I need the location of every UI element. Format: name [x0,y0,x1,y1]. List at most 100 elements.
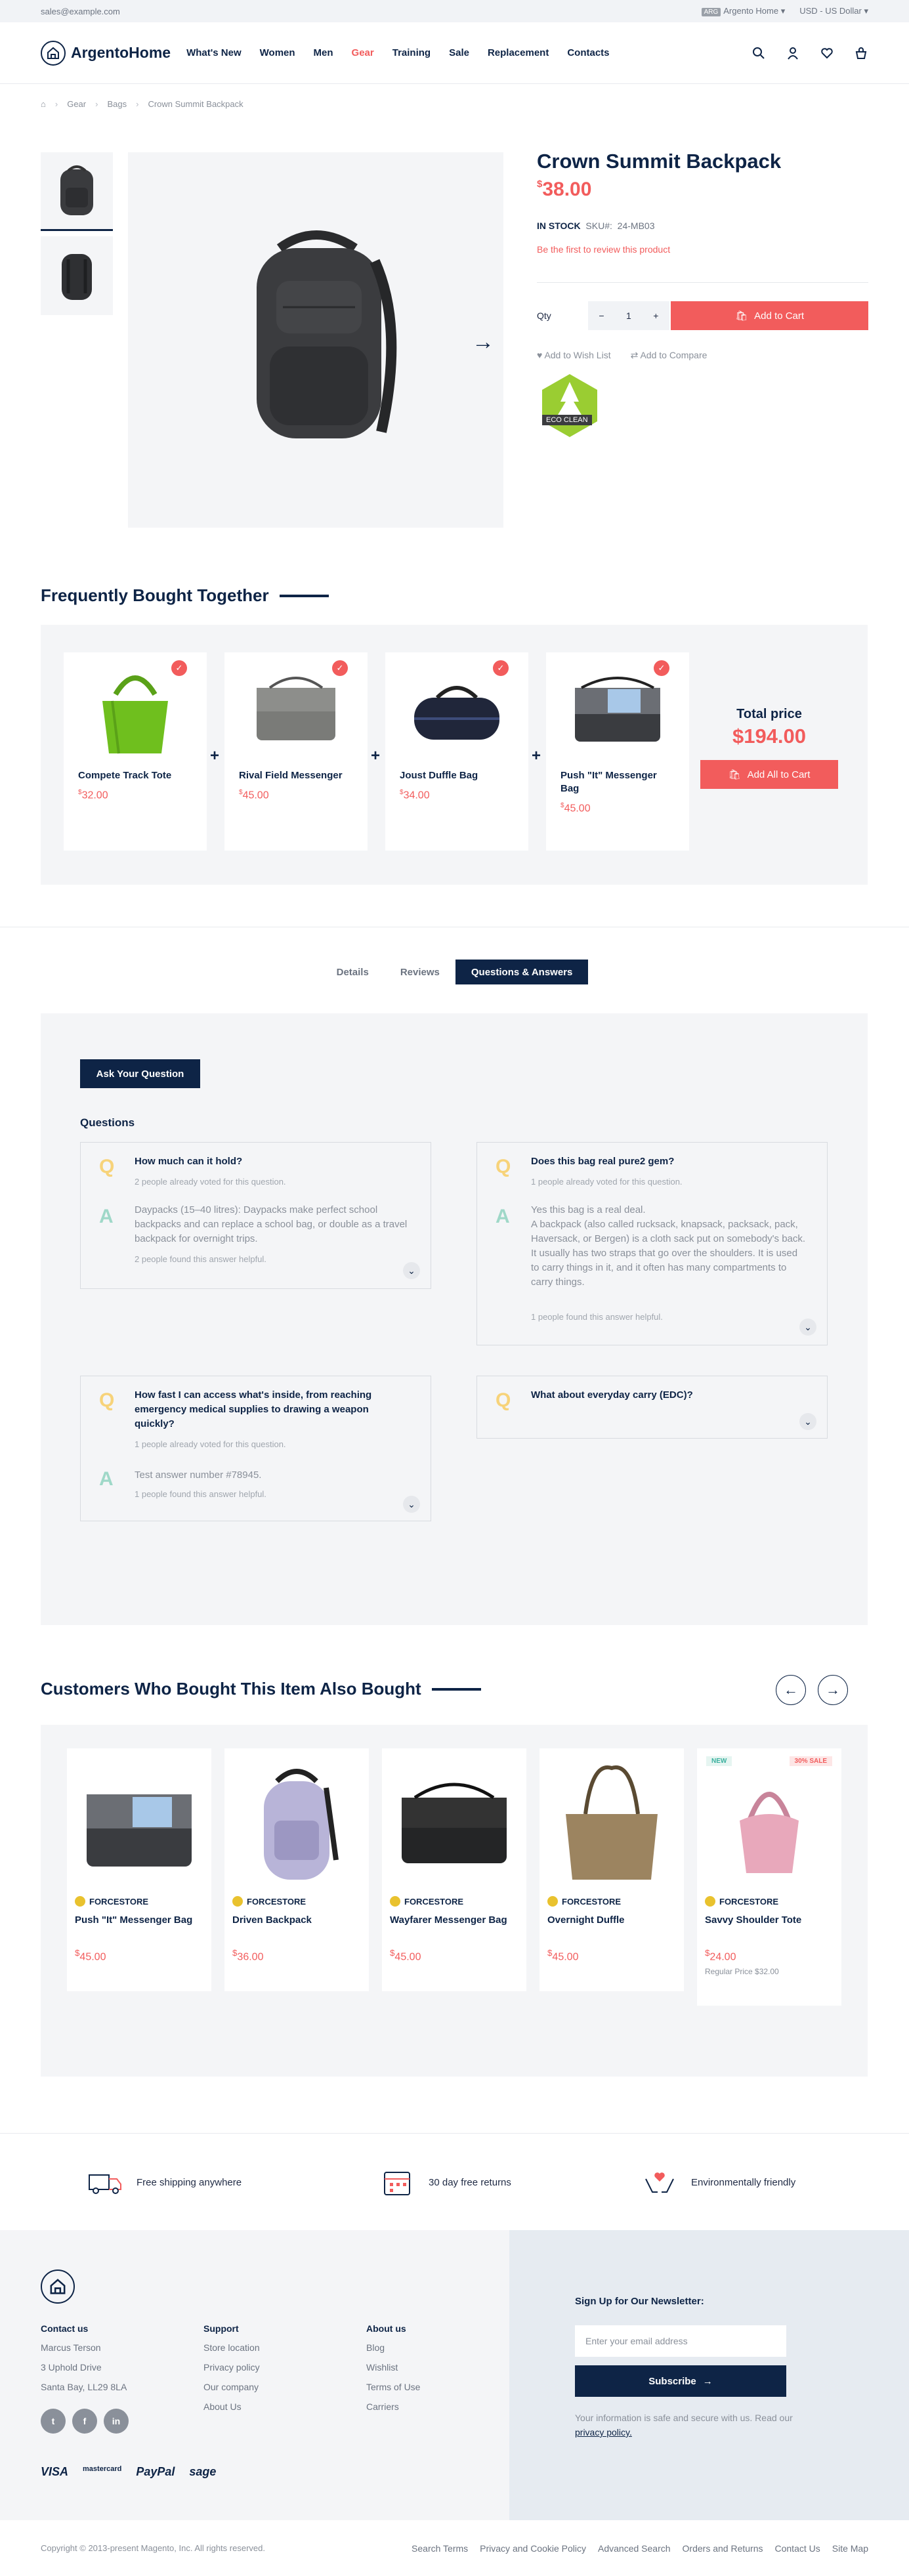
eco-tree-icon [542,374,597,437]
footer-link[interactable]: Blog [366,2338,420,2357]
carousel-next-arrow-icon[interactable]: → [818,1675,848,1705]
chevron-down-icon[interactable]: ⌄ [799,1319,816,1336]
tab-details[interactable]: Details [321,960,385,984]
calendar-icon [377,2166,417,2199]
chevron-down-icon[interactable]: ⌄ [799,1413,816,1430]
price-value: 45.00 [564,803,591,814]
footer-link-orders-returns[interactable]: Orders and Returns [683,2543,763,2554]
footer-link-advanced-search[interactable]: Advanced Search [598,2543,671,2554]
fbt-item[interactable]: ✓ Joust Duffle Bag $34.00 [385,652,528,851]
tab-questions[interactable]: Questions & Answers [455,960,589,984]
twitter-icon[interactable]: t [41,2409,66,2434]
add-to-cart-button[interactable]: 🛍 Add to Cart [671,301,868,330]
stock-status: IN STOCK [537,221,581,231]
footer-link[interactable]: Terms of Use [366,2377,420,2397]
facebook-icon[interactable]: f [72,2409,97,2434]
question-card: Q What about everyday carry (EDC)? ⌄ [476,1376,828,1439]
contact-email[interactable]: sales@example.com [41,7,120,16]
brand-name: FORCESTORE [562,1896,622,1907]
footer-link[interactable]: Wishlist [366,2357,420,2377]
footer-link[interactable]: Our company [203,2377,260,2397]
newsletter-email-input[interactable]: Enter your email address [575,2325,786,2357]
next-image-arrow-icon[interactable]: → [472,329,494,355]
tab-reviews[interactable]: Reviews [385,960,455,984]
nav-item-women[interactable]: Women [260,47,295,58]
main-product-image[interactable]: → [128,152,503,528]
gallery-thumbnail-2[interactable] [41,236,113,315]
search-icon[interactable] [751,46,766,60]
breadcrumb-gear[interactable]: Gear [67,99,86,109]
cart-icon[interactable] [854,46,868,60]
product-card[interactable]: FORCESTORE Wayfarer Messenger Bag $45.00 [382,1748,526,1991]
nav-item-contacts[interactable]: Contacts [567,47,609,58]
product-name: Wayfarer Messenger Bag [390,1914,507,1926]
check-icon[interactable]: ✓ [654,660,669,676]
gallery-thumbnail-1[interactable] [41,152,113,231]
product-card[interactable]: FORCESTORE Overnight Duffle $45.00 [539,1748,684,1991]
also-bought-carousel: FORCESTORE Push "It" Messenger Bag $45.0… [41,1725,868,2077]
fbt-item[interactable]: ✓ Push "It" Messenger Bag $45.00 [546,652,689,851]
q-letter: Q [99,1389,115,1411]
plus-icon: + [210,747,220,765]
compare-icon: ⇄ [630,350,639,360]
product-card[interactable]: FORCESTORE Driven Backpack $36.00 [224,1748,369,1991]
plus-icon: + [532,747,541,765]
check-icon[interactable]: ✓ [171,660,187,676]
benefit-label: Free shipping anywhere [137,2177,242,2188]
privacy-policy-link[interactable]: privacy policy. [575,2427,632,2438]
wishlist-heart-icon[interactable] [820,46,834,60]
chevron-down-icon[interactable]: ⌄ [403,1496,420,1513]
nav-item-gear[interactable]: Gear [352,47,374,58]
check-icon[interactable]: ✓ [332,660,348,676]
total-label: Total price [736,707,802,721]
check-icon[interactable]: ✓ [493,660,509,676]
add-to-wishlist-link[interactable]: ♥ Add to Wish List [537,350,611,361]
nav-item-sale[interactable]: Sale [449,47,469,58]
qty-decrease-button[interactable]: − [599,310,604,321]
breadcrumb-bags[interactable]: Bags [107,99,127,109]
store-switcher[interactable]: ARG Argento Home ▾ [701,6,785,16]
nav-item-whats-new[interactable]: What's New [186,47,242,58]
linkedin-icon[interactable]: in [104,2409,129,2434]
carousel-prev-arrow-icon[interactable]: ← [776,1675,806,1705]
questions-panel: Ask Your Question Questions Q How much c… [41,1013,868,1625]
review-link[interactable]: Be the first to review this product [537,244,868,255]
a-letter: A [99,1468,114,1490]
footer-link-contact[interactable]: Contact Us [775,2543,820,2554]
footer-link-privacy[interactable]: Privacy and Cookie Policy [480,2543,586,2554]
benefit-label: 30 day free returns [429,2177,511,2188]
chevron-down-icon[interactable]: ⌄ [403,1262,420,1279]
footer-link[interactable]: About Us [203,2397,260,2417]
fbt-item[interactable]: ✓ Rival Field Messenger $45.00 [224,652,368,851]
add-all-to-cart-button[interactable]: 🛍 Add All to Cart [700,760,838,789]
title-underline [279,594,329,597]
footer-link[interactable]: Privacy policy [203,2357,260,2377]
footer-link[interactable]: Carriers [366,2397,420,2417]
product-name: Driven Backpack [232,1914,312,1926]
brand-name: FORCESTORE [89,1896,149,1907]
fbt-item[interactable]: ✓ Compete Track Tote $32.00 [64,652,207,851]
product-price: $45.00 [390,1948,526,1963]
logo[interactable]: ArgentoHome [41,40,171,66]
footer-link[interactable]: Store location [203,2338,260,2357]
qty-increase-button[interactable]: + [653,310,658,321]
currency-switcher[interactable]: USD - US Dollar ▾ [799,6,868,16]
ask-question-button[interactable]: Ask Your Question [80,1059,200,1088]
nav-item-training[interactable]: Training [392,47,431,58]
nav-item-men[interactable]: Men [314,47,333,58]
product-card[interactable]: NEW 30% SALE FORCESTORE Savvy Shoulder T… [697,1748,841,2006]
nav-item-replacement[interactable]: Replacement [488,47,549,58]
add-to-compare-link[interactable]: ⇄ Add to Compare [631,350,708,361]
gray-messenger-image [257,677,335,740]
sage-icon: sage [189,2465,217,2478]
qty-input[interactable]: 1 [626,310,631,321]
product-price: $38.00 [537,179,868,201]
store-badge: ARG [701,8,721,16]
account-icon[interactable] [786,46,800,60]
footer-logo-icon[interactable] [41,2270,75,2304]
footer-link-search-terms[interactable]: Search Terms [412,2543,468,2554]
product-card[interactable]: FORCESTORE Push "It" Messenger Bag $45.0… [67,1748,211,1991]
subscribe-button[interactable]: Subscribe → [575,2365,786,2397]
footer-link-sitemap[interactable]: Site Map [832,2543,868,2554]
home-icon[interactable]: ⌂ [41,99,46,109]
